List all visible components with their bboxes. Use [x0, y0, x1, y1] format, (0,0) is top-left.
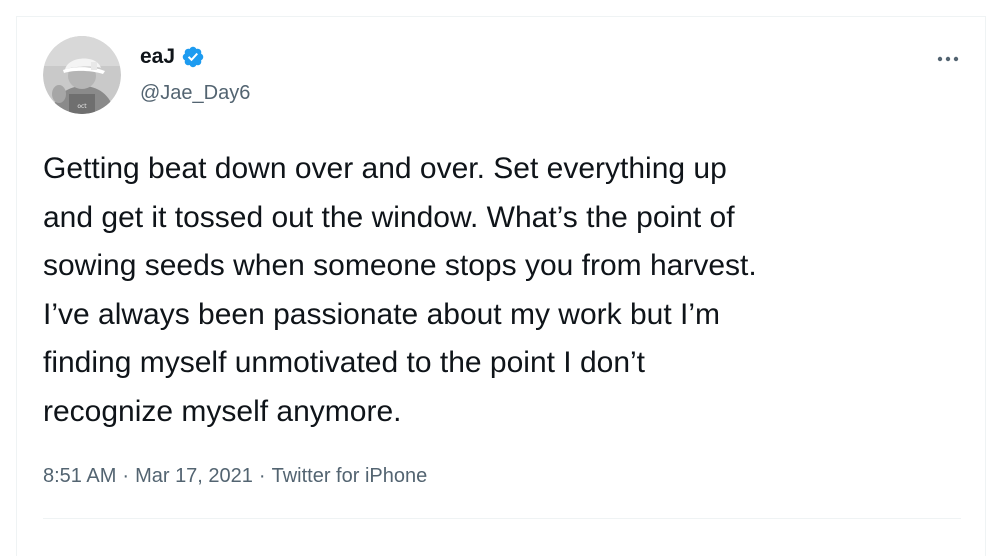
divider	[43, 518, 961, 519]
more-options-button[interactable]	[930, 44, 966, 74]
tweet-source[interactable]: Twitter for iPhone	[272, 462, 428, 490]
author-display-name[interactable]: eaJ	[140, 44, 175, 70]
avatar-image: oct	[43, 36, 121, 114]
verified-badge-icon	[181, 45, 205, 69]
separator-dot: ·	[122, 465, 130, 487]
separator-dot: ·	[258, 465, 266, 487]
tweet-text: Getting beat down over and over. Set eve…	[43, 152, 757, 428]
svg-text:oct: oct	[77, 103, 87, 110]
author-handle[interactable]: @Jae_Day6	[140, 80, 250, 106]
author-name-row[interactable]: eaJ	[140, 44, 205, 70]
tweet-time[interactable]: 8:51 AM	[43, 462, 116, 490]
tweet-metadata: 8:51 AM · Mar 17, 2021 · Twitter for iPh…	[43, 462, 427, 490]
avatar[interactable]: oct	[43, 36, 121, 114]
more-horizontal-icon	[937, 56, 959, 62]
tweet-date[interactable]: Mar 17, 2021	[135, 462, 253, 490]
